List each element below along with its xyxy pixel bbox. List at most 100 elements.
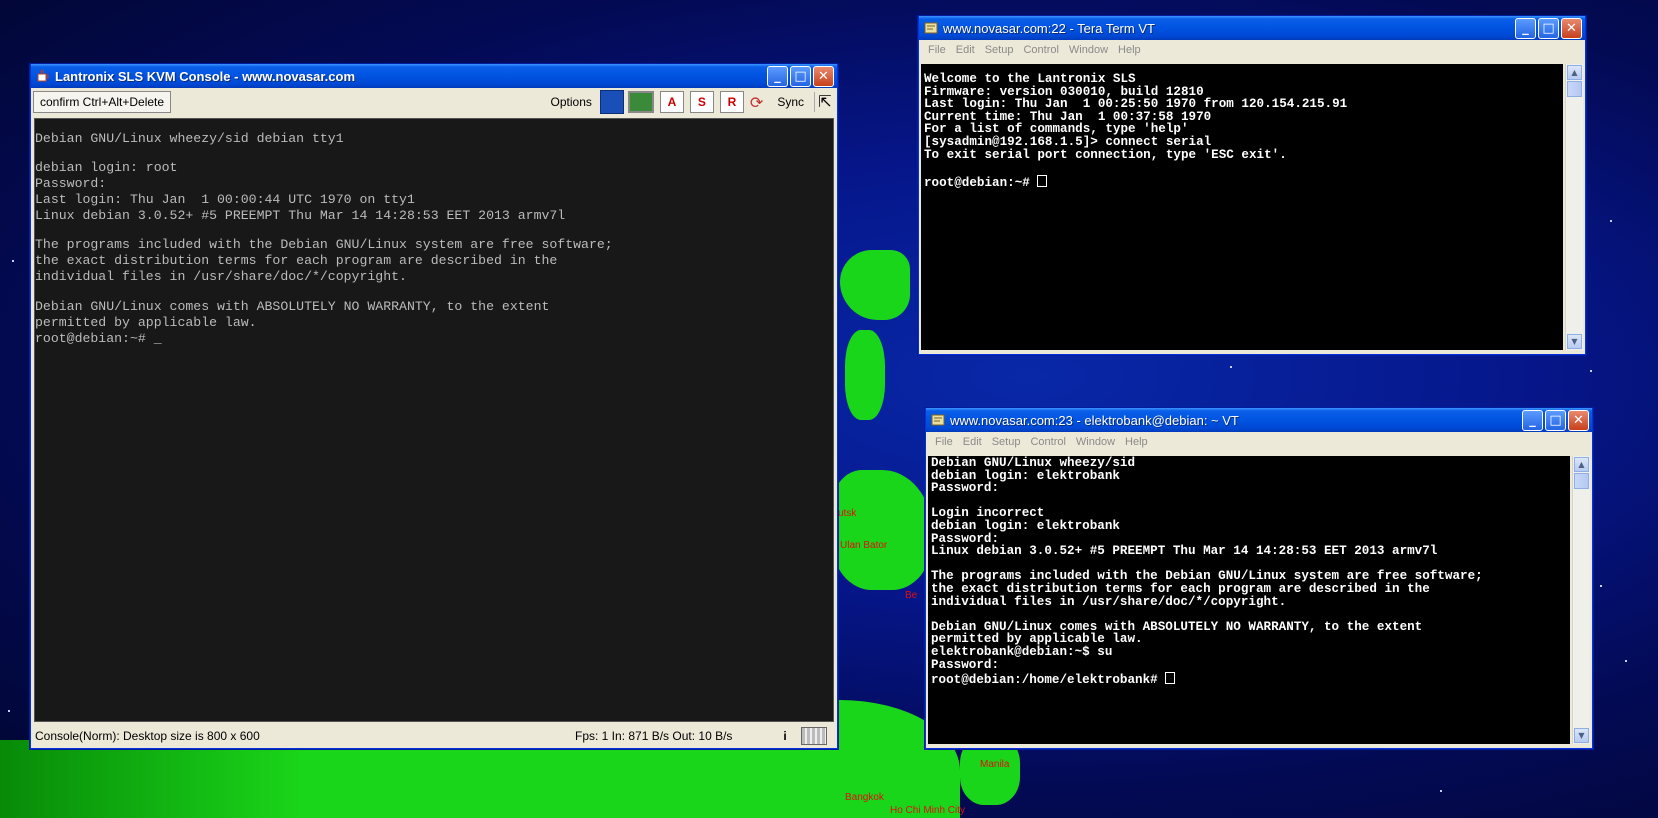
menu-help[interactable]: Help: [1113, 44, 1146, 56]
minimize-button[interactable]: _: [1522, 409, 1543, 431]
scroll-thumb[interactable]: [1567, 81, 1582, 97]
scroll-thumb[interactable]: [1574, 473, 1589, 489]
close-button[interactable]: ✕: [813, 65, 834, 87]
minimize-button[interactable]: _: [767, 65, 788, 87]
kvm-status-right: Fps: 1 In: 871 B/s Out: 10 B/s: [575, 729, 733, 743]
teraterm-icon: [931, 413, 945, 427]
r-icon[interactable]: R: [719, 91, 744, 113]
terminal-line: individual files in /usr/share/doc/*/cop…: [931, 594, 1287, 609]
menu-setup[interactable]: Setup: [980, 44, 1019, 56]
console-line: permitted by applicable law.: [35, 314, 257, 330]
kvm-console-text: Debian GNU/Linux wheezy/sid debian tty1 d…: [35, 119, 833, 347]
s-icon[interactable]: S: [689, 91, 714, 113]
city-label: Manila: [980, 759, 1010, 770]
terminal-line: Linux debian 3.0.52+ #5 PREEMPT Thu Mar …: [931, 544, 1438, 559]
teraterm1-titlebar[interactable]: www.novasar.com:22 - Tera Term VT _ □ ✕: [919, 16, 1585, 40]
refresh-icon: ⟳: [749, 92, 764, 112]
city-label: Bangkok: [845, 792, 884, 803]
teraterm2-menubar: File Edit Setup Control Window Help: [926, 432, 1592, 452]
teraterm-window-1: www.novasar.com:22 - Tera Term VT _ □ ✕ …: [918, 16, 1586, 355]
java-cup-icon: [36, 69, 50, 83]
city-label: Be: [905, 590, 918, 601]
close-icon: ✕: [1573, 412, 1584, 428]
minimize-icon: _: [1529, 412, 1536, 428]
terminal-line: To exit serial port connection, type 'ES…: [924, 147, 1287, 162]
save-icon[interactable]: [599, 90, 624, 114]
prompt-line[interactable]: root@debian:~#: [924, 174, 1560, 190]
teraterm2-terminal[interactable]: Debian GNU/Linux wheezy/sid debian login:…: [928, 456, 1570, 744]
city-label: utsk: [838, 508, 857, 519]
teraterm1-terminal[interactable]: Welcome to the Lantronix SLS Firmware: ve…: [921, 64, 1563, 350]
minimize-button[interactable]: _: [1515, 17, 1536, 39]
menu-edit[interactable]: Edit: [958, 436, 987, 448]
terminal-line: debian login: elektrobank: [931, 468, 1120, 483]
console-line: individual files in /usr/share/doc/*/cop…: [35, 269, 407, 285]
menu-setup[interactable]: Setup: [987, 436, 1026, 448]
menu-help[interactable]: Help: [1120, 436, 1153, 448]
console-line: Last login: Thu Jan 1 00:00:44 UTC 1970 …: [35, 192, 415, 208]
city-label: Ho Chi Minh City: [890, 805, 966, 816]
shell-prompt: root@debian:~#: [924, 175, 1038, 190]
a-icon[interactable]: A: [659, 91, 684, 113]
console-line: Debian GNU/Linux wheezy/sid debian tty1: [35, 131, 344, 146]
keyboard-icon[interactable]: [801, 727, 827, 745]
terminal-line: debian login: elektrobank: [931, 518, 1120, 533]
pointer-icon[interactable]: ⇱: [814, 92, 835, 112]
scroll-down-icon[interactable]: ▼: [1574, 728, 1589, 743]
scroll-up-icon[interactable]: ▲: [1574, 457, 1589, 472]
minimize-icon: _: [774, 68, 781, 84]
land-mass: [840, 250, 910, 320]
close-button[interactable]: ✕: [1561, 17, 1582, 39]
kvm-console-window: Lantronix SLS KVM Console - www.novasar.…: [30, 64, 838, 749]
kvm-toolbar: confirm Ctrl+Alt+Delete Options A S R ⟳ …: [31, 88, 837, 116]
cursor-icon: [1037, 174, 1048, 187]
teraterm-icon: [924, 21, 938, 35]
menu-control[interactable]: Control: [1018, 44, 1063, 56]
terminal-line: Password:: [931, 657, 1000, 672]
teraterm2-scrollbar[interactable]: ▲ ▼: [1572, 456, 1590, 744]
cursor-icon: [1165, 672, 1176, 685]
console-line: the exact distribution terms for each pr…: [35, 253, 558, 269]
monitor-icon[interactable]: [627, 91, 654, 113]
console-line: The programs included with the Debian GN…: [35, 237, 613, 253]
options-menu[interactable]: Options: [551, 95, 592, 109]
maximize-button[interactable]: □: [1545, 409, 1566, 431]
menu-window[interactable]: Window: [1064, 44, 1113, 56]
info-icon[interactable]: i: [775, 729, 795, 743]
land-mass: [845, 330, 885, 420]
teraterm2-titlebar[interactable]: www.novasar.com:23 - elektrobank@debian:…: [926, 408, 1592, 432]
scroll-down-icon[interactable]: ▼: [1567, 334, 1582, 349]
maximize-icon: □: [794, 68, 807, 84]
sync-button[interactable]: ⟳ Sync: [750, 93, 804, 112]
maximize-button[interactable]: □: [1538, 17, 1559, 39]
maximize-button[interactable]: □: [790, 65, 811, 87]
menu-file[interactable]: File: [930, 436, 958, 448]
menu-control[interactable]: Control: [1025, 436, 1070, 448]
menu-edit[interactable]: Edit: [951, 44, 980, 56]
city-label: Ulan Bator: [840, 540, 888, 551]
kvm-screen[interactable]: Debian GNU/Linux wheezy/sid debian tty1 d…: [34, 118, 834, 722]
console-line: root@debian:~# _: [35, 330, 162, 346]
teraterm1-scrollbar[interactable]: ▲ ▼: [1565, 64, 1583, 350]
console-line: Linux debian 3.0.52+ #5 PREEMPT Thu Mar …: [35, 208, 566, 224]
teraterm2-title: www.novasar.com:23 - elektrobank@debian:…: [950, 412, 1239, 428]
ctrl-alt-delete-button[interactable]: confirm Ctrl+Alt+Delete: [33, 91, 172, 113]
close-button[interactable]: ✕: [1568, 409, 1589, 431]
menu-file[interactable]: File: [923, 44, 951, 56]
console-line: Password:: [35, 176, 107, 192]
terminal-line: Password:: [931, 481, 1000, 496]
scroll-up-icon[interactable]: ▲: [1567, 65, 1582, 80]
sync-label: Sync: [777, 95, 804, 109]
kvm-titlebar[interactable]: Lantronix SLS KVM Console - www.novasar.…: [31, 64, 837, 88]
console-line: Debian GNU/Linux comes with ABSOLUTELY N…: [35, 298, 550, 314]
shell-prompt: root@debian:/home/elektrobank#: [931, 673, 1166, 688]
maximize-icon: □: [1549, 412, 1562, 428]
menu-window[interactable]: Window: [1071, 436, 1120, 448]
minimize-icon: _: [1522, 20, 1529, 36]
prompt-line[interactable]: root@debian:/home/elektrobank#: [931, 672, 1567, 687]
console-line: debian login: root: [35, 160, 178, 176]
terminal-line: elektrobank@debian:~$ su: [931, 644, 1113, 659]
